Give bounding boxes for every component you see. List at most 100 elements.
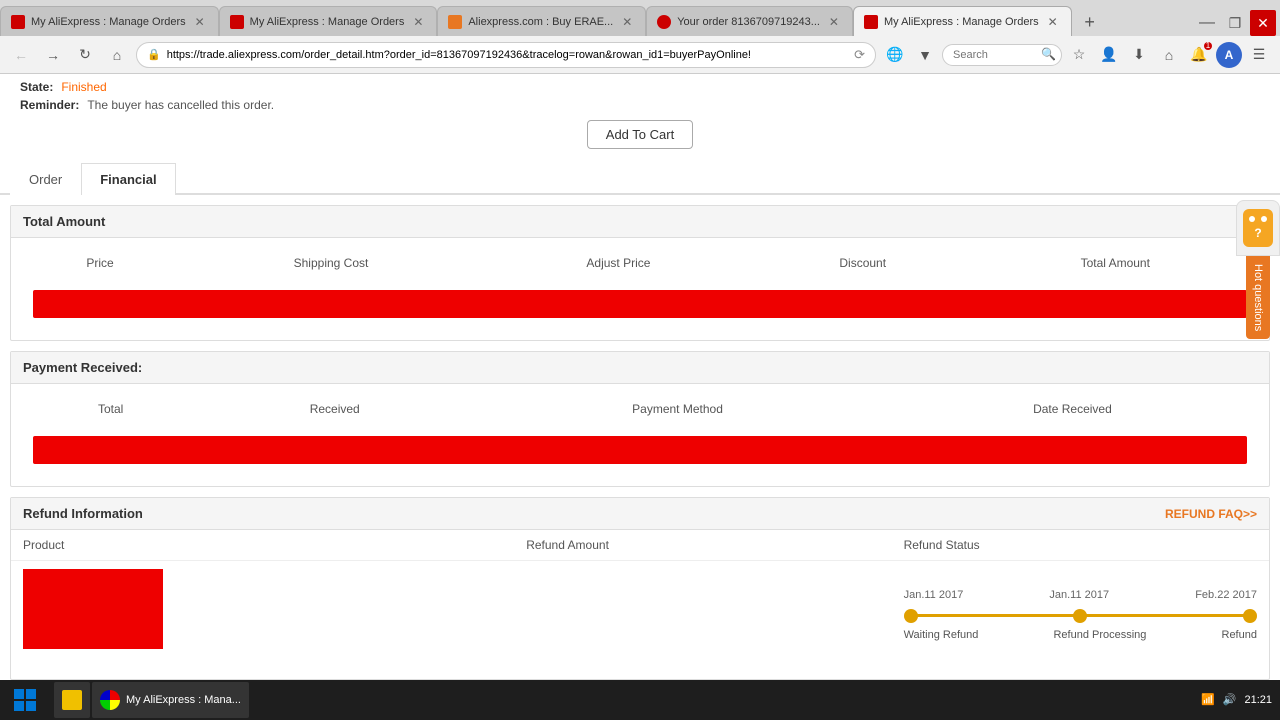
menu-button[interactable]: ☰ — [1246, 42, 1272, 68]
tab-1[interactable]: My AliExpress : Manage Orders ✕ — [0, 6, 219, 36]
product-image-redacted — [23, 569, 163, 649]
timeline-label-3: Refund — [1222, 629, 1257, 641]
refund-product-cell — [11, 561, 514, 680]
tab-4-title: Your order 8136709719243... — [677, 16, 820, 28]
timeline-track-container — [904, 609, 1257, 623]
download-button[interactable]: ▼ — [912, 42, 938, 68]
col-refund-status: Refund Status — [892, 530, 1269, 561]
restore-button[interactable]: ❐ — [1222, 10, 1248, 36]
robot-eye-right — [1261, 216, 1267, 222]
hot-questions-panel[interactable]: ? Hot questions — [1236, 200, 1280, 339]
taskbar-tray: 📶 🔊 21:21 — [1193, 693, 1280, 707]
translate-button[interactable]: 🌐 — [882, 42, 908, 68]
hot-questions-label[interactable]: Hot questions — [1246, 256, 1270, 339]
total-amount-section: Total Amount Price Shipping Cost Adjust … — [10, 205, 1270, 341]
refund-timeline: Jan.11 2017 Jan.11 2017 Feb.22 2017 — [904, 569, 1257, 671]
taskbar-item-file-explorer[interactable] — [54, 682, 90, 718]
taskbar-items: My AliExpress : Mana... — [50, 682, 1193, 718]
tray-volume-icon: 🔊 — [1223, 693, 1237, 706]
back-button[interactable]: ← — [8, 42, 34, 68]
reminder-row: Reminder: The buyer has cancelled this o… — [20, 98, 1260, 112]
bookmarks-button[interactable]: ☆ — [1066, 42, 1092, 68]
search-container: 🔍 — [942, 44, 1062, 66]
home2-button[interactable]: ⌂ — [1156, 42, 1182, 68]
add-to-cart-button[interactable]: Add To Cart — [587, 120, 693, 149]
total-amount-body: Price Shipping Cost Adjust Price Discoun… — [11, 238, 1269, 340]
col-total: Total — [21, 394, 200, 424]
minimize-button[interactable]: — — [1194, 10, 1220, 36]
sync-button[interactable]: 👤 — [1096, 42, 1122, 68]
nav-tools: 🌐 ▼ 🔍 ☆ 👤 ⬇ ⌂ 🔔 1 A ☰ — [882, 42, 1272, 68]
total-amount-data-row — [21, 278, 1259, 330]
home-button[interactable]: ⌂ — [104, 42, 130, 68]
robot-eyes — [1249, 216, 1267, 222]
payment-redacted — [21, 424, 1259, 476]
timeline-dot-2 — [1073, 609, 1087, 623]
security-icon: 🔒 — [147, 48, 161, 61]
reminder-text: The buyer has cancelled this order. — [87, 98, 274, 112]
avatar-button[interactable]: A — [1216, 42, 1242, 68]
browser-chrome: My AliExpress : Manage Orders ✕ My AliEx… — [0, 0, 1280, 74]
start-button[interactable] — [0, 680, 50, 720]
win-logo-bl — [14, 701, 24, 711]
total-amount-redacted-bar — [33, 290, 1247, 318]
close-window-button[interactable]: ✕ — [1250, 10, 1276, 36]
forward-button[interactable]: → — [40, 42, 66, 68]
tab-2-close[interactable]: ✕ — [410, 14, 426, 30]
tab-order[interactable]: Order — [10, 163, 81, 195]
taskbar-item-browser[interactable]: My AliExpress : Mana... — [92, 682, 249, 718]
tab-3-close[interactable]: ✕ — [619, 14, 635, 30]
tab-4-favicon — [657, 15, 671, 29]
order-tabs: Order Financial — [0, 163, 1280, 195]
col-method: Payment Method — [469, 394, 886, 424]
state-label: State: — [20, 80, 53, 94]
tab-5-close[interactable]: ✕ — [1045, 14, 1061, 30]
timeline-label-2: Refund Processing — [1053, 629, 1146, 641]
col-product: Product — [11, 530, 514, 561]
payment-received-header: Payment Received: — [11, 352, 1269, 384]
col-adjust: Adjust Price — [483, 248, 754, 278]
address-input[interactable] — [167, 49, 848, 61]
refund-header-row: Product Refund Amount Refund Status — [11, 530, 1269, 561]
tray-network-icon: 📶 — [1201, 693, 1215, 706]
total-amount-table: Price Shipping Cost Adjust Price Discoun… — [21, 248, 1259, 330]
tab-1-title: My AliExpress : Manage Orders — [31, 16, 186, 28]
main-content: State: Finished Reminder: The buyer has … — [0, 74, 1280, 680]
payment-received-section: Payment Received: Total Received Payment… — [10, 351, 1270, 487]
tab-3[interactable]: Aliexpress.com : Buy ERAE... ✕ — [437, 6, 646, 36]
total-amount-redacted — [21, 278, 1259, 330]
tab-2[interactable]: My AliExpress : Manage Orders ✕ — [219, 6, 438, 36]
col-discount: Discount — [754, 248, 972, 278]
reload-button[interactable]: ↻ — [72, 42, 98, 68]
robot-face: ? — [1243, 209, 1273, 247]
robot-eye-left — [1249, 216, 1255, 222]
tab-financial[interactable]: Financial — [81, 163, 175, 195]
timeline-labels: Waiting Refund Refund Processing Refund — [904, 629, 1257, 641]
refund-body: Product Refund Amount Refund Status — [11, 530, 1269, 679]
refund-faq-link[interactable]: REFUND FAQ>> — [1165, 507, 1257, 521]
win-logo-tr — [26, 689, 36, 699]
tab-5[interactable]: My AliExpress : Manage Orders ✕ — [853, 6, 1072, 36]
refund-header: Refund Information REFUND FAQ>> — [11, 498, 1269, 530]
tab-4[interactable]: Your order 8136709719243... ✕ — [646, 6, 853, 36]
taskbar-clock: 21:21 — [1244, 693, 1272, 707]
tab-1-close[interactable]: ✕ — [192, 14, 208, 30]
new-tab-button[interactable]: + — [1076, 8, 1104, 36]
download2-button[interactable]: ⬇ — [1126, 42, 1152, 68]
timeline-date-2: Jan.11 2017 — [1049, 589, 1109, 601]
timeline-date-1: Jan.11 2017 — [904, 589, 964, 601]
browser-icon — [100, 690, 120, 710]
tab-1-favicon — [11, 15, 25, 29]
state-row: State: Finished — [20, 80, 1260, 94]
tab-4-close[interactable]: ✕ — [826, 14, 842, 30]
tab-bar: My AliExpress : Manage Orders ✕ My AliEx… — [0, 0, 1280, 36]
payment-data-row — [21, 424, 1259, 476]
windows-logo — [14, 689, 36, 711]
notifications-button[interactable]: 🔔 1 — [1186, 42, 1212, 68]
tab-5-title: My AliExpress : Manage Orders — [884, 16, 1039, 28]
tab-5-favicon — [864, 15, 878, 29]
win-logo-br — [26, 701, 36, 711]
address-bar[interactable]: 🔒 ⟳ — [136, 42, 876, 68]
timeline-label-1: Waiting Refund — [904, 629, 979, 641]
reload-address-button[interactable]: ⟳ — [854, 47, 865, 63]
